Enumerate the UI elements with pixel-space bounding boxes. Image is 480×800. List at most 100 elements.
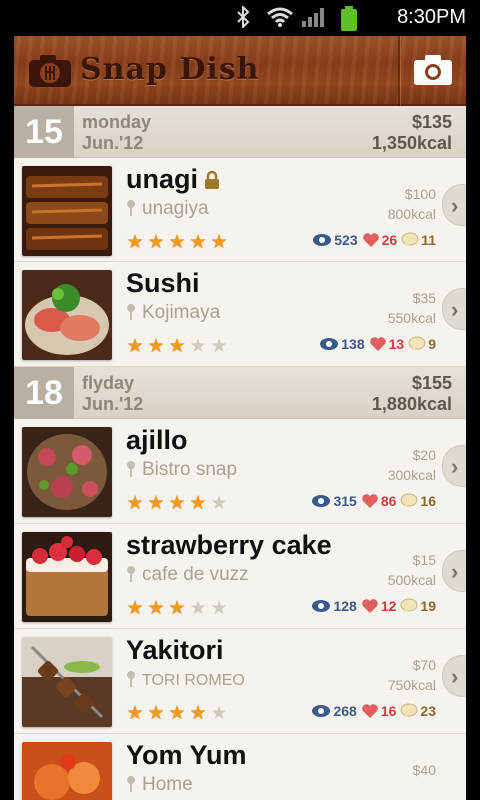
- likes-count: 13: [388, 336, 405, 352]
- dish-place-label: Kojimaya: [142, 302, 221, 323]
- day-header: 15 monday Jun.'12 $135 1,350kcal: [14, 106, 466, 158]
- star-filled-icon: ★: [189, 232, 207, 253]
- dish-kcal: 550kcal: [387, 310, 436, 326]
- star-empty-icon: ★: [210, 336, 228, 357]
- camera-fork-logo: [29, 55, 71, 87]
- chevron-right-icon: ›: [451, 297, 459, 322]
- star-filled-icon: ★: [126, 598, 144, 619]
- location-pin-icon: [127, 776, 135, 792]
- chevron-right-button[interactable]: ›: [442, 445, 466, 487]
- views-count: 138: [341, 336, 365, 352]
- heart-icon: [362, 494, 378, 508]
- views-count: 315: [333, 493, 357, 509]
- chevron-right-icon: ›: [451, 454, 459, 479]
- views-count: 523: [334, 232, 358, 248]
- chevron-right-button[interactable]: ›: [442, 288, 466, 330]
- star-filled-icon: ★: [126, 703, 144, 724]
- dish-item[interactable]: Sushi Kojimaya $35 550kcal ★ ★ ★ ★ ★ 138 13 …: [14, 262, 466, 367]
- day-date: Jun.'12: [82, 133, 144, 153]
- rating-stars: ★ ★ ★ ★ ★: [126, 232, 228, 253]
- star-filled-icon: ★: [126, 232, 144, 253]
- dish-photo: [22, 427, 112, 517]
- star-filled-icon: ★: [126, 493, 144, 514]
- dish-kcal: 750kcal: [387, 677, 436, 693]
- dish-photo: [22, 270, 112, 360]
- dish-name: strawberry cake: [126, 530, 332, 560]
- dish-stats: 315 86 16: [311, 493, 436, 509]
- day-total-cost: $135: [411, 112, 452, 132]
- camera-icon: [414, 55, 452, 85]
- chevron-right-button[interactable]: ›: [442, 550, 466, 592]
- dish-place: TORI ROMEO: [126, 671, 245, 690]
- dish-item[interactable]: Yom Yum Home $40: [14, 734, 466, 800]
- day-total-kcal: 1,350kcal: [371, 133, 452, 153]
- views-count: 268: [333, 703, 357, 719]
- dish-price: $15: [412, 552, 436, 568]
- likes-count: 16: [380, 703, 397, 719]
- star-filled-icon: ★: [147, 493, 165, 514]
- dish-kcal: 800kcal: [387, 206, 436, 222]
- day-weekday: flyday: [82, 373, 135, 393]
- dish-item[interactable]: strawberry cake cafe de vuzz $15 500kcal…: [14, 524, 466, 629]
- comments-count: 23: [420, 703, 436, 719]
- dish-stats: 128 12 19: [311, 598, 436, 614]
- views-eye-icon: [312, 600, 331, 612]
- day-total-cost: $155: [411, 373, 452, 393]
- star-filled-icon: ★: [168, 232, 186, 253]
- dish-place-label: TORI ROMEO: [142, 672, 245, 689]
- dish-name: unagi: [126, 164, 198, 194]
- dish-price: $70: [412, 657, 436, 673]
- dish-stats: 138 13 9: [319, 336, 436, 352]
- comments-count: 19: [420, 598, 436, 614]
- lock-icon: [205, 170, 219, 189]
- dish-item[interactable]: ajillo Bistro snap $20 300kcal ★ ★ ★ ★ ★ 315…: [14, 419, 466, 524]
- status-time: 8:30PM: [397, 6, 466, 28]
- dish-photo: [22, 532, 112, 622]
- dish-place: unagiya: [126, 198, 209, 220]
- status-bar: 8:30PM: [0, 0, 480, 36]
- dish-kcal: 500kcal: [387, 572, 436, 588]
- likes-count: 12: [380, 598, 397, 614]
- star-empty-icon: ★: [210, 598, 228, 619]
- camera-button[interactable]: [400, 36, 466, 106]
- star-filled-icon: ★: [126, 336, 144, 357]
- app-logo-text: Snap Dish: [80, 52, 260, 87]
- dish-kcal: 300kcal: [387, 467, 436, 483]
- bluetooth-icon: [237, 6, 250, 28]
- likes-count: 26: [381, 232, 398, 248]
- views-eye-icon: [312, 495, 331, 507]
- location-pin-icon: [127, 566, 135, 582]
- dish-photo: [22, 742, 112, 800]
- dish-place: cafe de vuzz: [126, 564, 249, 586]
- dish-name: Yom Yum: [126, 740, 247, 770]
- rating-stars: ★ ★ ★ ★ ★: [126, 336, 228, 357]
- dish-stats: 523 26 11: [312, 232, 436, 248]
- comment-bubble-icon: [400, 703, 418, 718]
- dish-list: 15 monday Jun.'12 $135 1,350kcal unagi u…: [14, 106, 466, 800]
- dish-item[interactable]: unagi unagiya $100 800kcal ★ ★ ★ ★ ★ 523 26 …: [14, 158, 466, 262]
- likes-count: 86: [380, 493, 397, 509]
- comment-bubble-icon: [408, 336, 426, 351]
- day-header: 18 flyday Jun.'12 $155 1,880kcal: [14, 367, 466, 419]
- location-pin-icon: [127, 200, 135, 216]
- dish-price: $35: [412, 290, 436, 306]
- star-filled-icon: ★: [189, 493, 207, 514]
- heart-icon: [362, 599, 378, 613]
- comment-bubble-icon: [400, 598, 418, 613]
- battery-icon: [341, 6, 357, 31]
- star-filled-icon: ★: [168, 703, 186, 724]
- chevron-right-button[interactable]: ›: [442, 184, 466, 226]
- star-filled-icon: ★: [168, 598, 186, 619]
- location-pin-icon: [127, 671, 135, 687]
- dish-name: Yakitori: [126, 635, 224, 665]
- location-pin-icon: [127, 304, 135, 320]
- star-filled-icon: ★: [168, 493, 186, 514]
- chevron-right-icon: ›: [451, 664, 459, 689]
- dish-place-label: unagiya: [142, 198, 209, 219]
- chevron-right-button[interactable]: ›: [442, 655, 466, 697]
- dish-price: $40: [412, 762, 436, 778]
- dish-item[interactable]: Yakitori TORI ROMEO $70 750kcal ★ ★ ★ ★ ★ 26…: [14, 629, 466, 734]
- chevron-right-icon: ›: [451, 193, 459, 218]
- star-filled-icon: ★: [147, 336, 165, 357]
- dish-name: ajillo: [126, 425, 188, 455]
